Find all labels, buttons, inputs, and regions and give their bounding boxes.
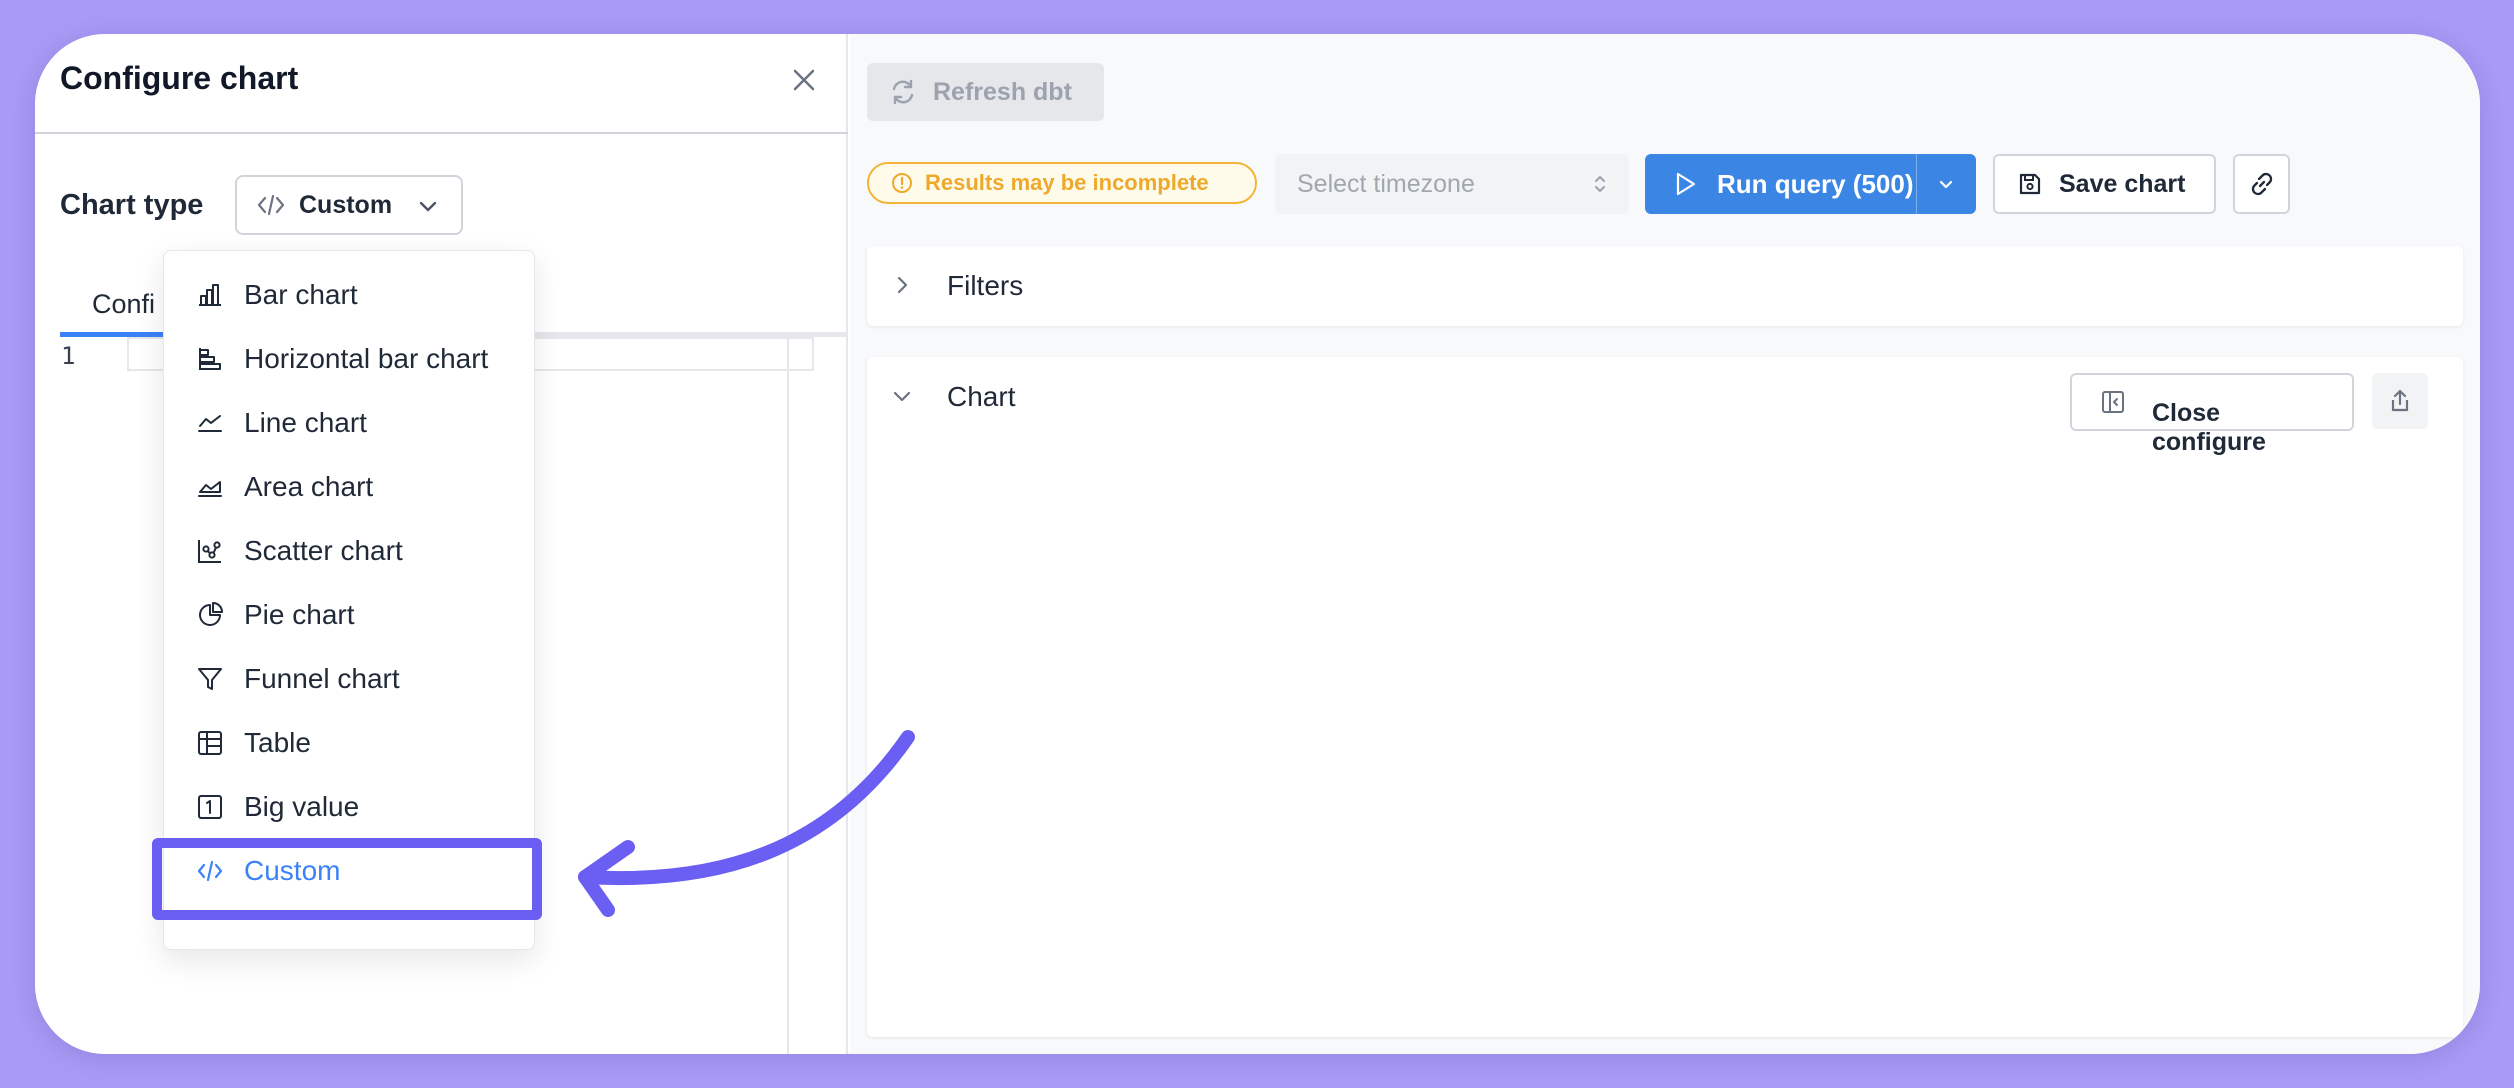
dropdown-item-big-value[interactable]: Big value: [164, 775, 536, 837]
dropdown-item-horizontal-bar-chart[interactable]: Horizontal bar chart: [164, 327, 536, 389]
run-query-button[interactable]: Run query (500): [1645, 154, 1976, 214]
chart-type-label: Chart type: [60, 189, 204, 221]
link-icon: [2248, 170, 2276, 198]
select-arrows-icon: [1591, 172, 1609, 196]
chevron-right-icon: [889, 272, 915, 298]
save-chart-button[interactable]: Save chart: [1993, 154, 2216, 214]
chevron-down-icon: [1936, 174, 1956, 194]
annotation-highlight-box: [152, 838, 542, 920]
dropdown-item-funnel-chart[interactable]: Funnel chart: [164, 647, 536, 709]
close-icon[interactable]: [788, 64, 820, 96]
dropdown-item-line-chart[interactable]: Line chart: [164, 391, 536, 453]
area-chart-icon: [196, 473, 224, 501]
chevron-down-icon: [417, 195, 439, 217]
dropdown-item-pie-chart[interactable]: Pie chart: [164, 583, 536, 645]
scatter-chart-icon: [196, 537, 224, 565]
editor-divider: [787, 337, 789, 1054]
sidebar-collapse-icon: [2100, 389, 2126, 415]
horizontal-bar-chart-icon: [196, 345, 224, 373]
app-window: Configure chart Chart type Custom Confi …: [35, 34, 2480, 1054]
chart-type-value: Custom: [299, 190, 393, 219]
refresh-dbt-button[interactable]: Refresh dbt: [867, 63, 1104, 121]
close-configure-button[interactable]: Close configure: [2070, 373, 2354, 456]
warning-icon: [891, 172, 913, 194]
code-icon: [257, 193, 285, 217]
refresh-icon: [889, 78, 917, 106]
panel-title: Configure chart: [60, 60, 299, 96]
dropdown-item-scatter-chart[interactable]: Scatter chart: [164, 519, 536, 581]
dropdown-item-bar-chart[interactable]: Bar chart: [164, 263, 536, 325]
main-content: Refresh dbt Results may be incomplete Se…: [850, 34, 2480, 1054]
configure-chart-panel: Configure chart Chart type Custom Confi …: [35, 34, 848, 1054]
pie-chart-icon: [196, 601, 224, 629]
line-number: 1: [61, 342, 76, 370]
table-icon: [196, 729, 224, 757]
timezone-select[interactable]: Select timezone: [1275, 154, 1629, 214]
save-icon: [2017, 171, 2043, 197]
dropdown-item-area-chart[interactable]: Area chart: [164, 455, 536, 517]
chart-type-select[interactable]: Custom: [235, 175, 463, 235]
run-query-options-button[interactable]: [1917, 154, 1975, 214]
panel-header: Configure chart: [35, 34, 848, 134]
share-button[interactable]: [2372, 373, 2428, 429]
chart-label: Chart: [947, 381, 1016, 412]
run-query-main[interactable]: Run query (500): [1645, 154, 1917, 214]
dropdown-item-table[interactable]: Table: [164, 711, 536, 773]
copy-link-button[interactable]: [2233, 154, 2290, 214]
play-icon: [1673, 171, 1697, 197]
tab-config[interactable]: Confi: [92, 289, 155, 320]
bar-chart-icon: [196, 281, 224, 309]
share-icon: [2387, 388, 2413, 414]
results-incomplete-badge: Results may be incomplete: [867, 162, 1257, 204]
filters-label: Filters: [947, 270, 1024, 301]
big-value-icon: [196, 793, 224, 821]
chart-section: Chart Close configure: [867, 357, 2463, 1037]
line-chart-icon: [196, 409, 224, 437]
chevron-down-icon[interactable]: [889, 383, 915, 409]
filters-section[interactable]: Filters: [867, 246, 2463, 326]
funnel-chart-icon: [196, 665, 224, 693]
